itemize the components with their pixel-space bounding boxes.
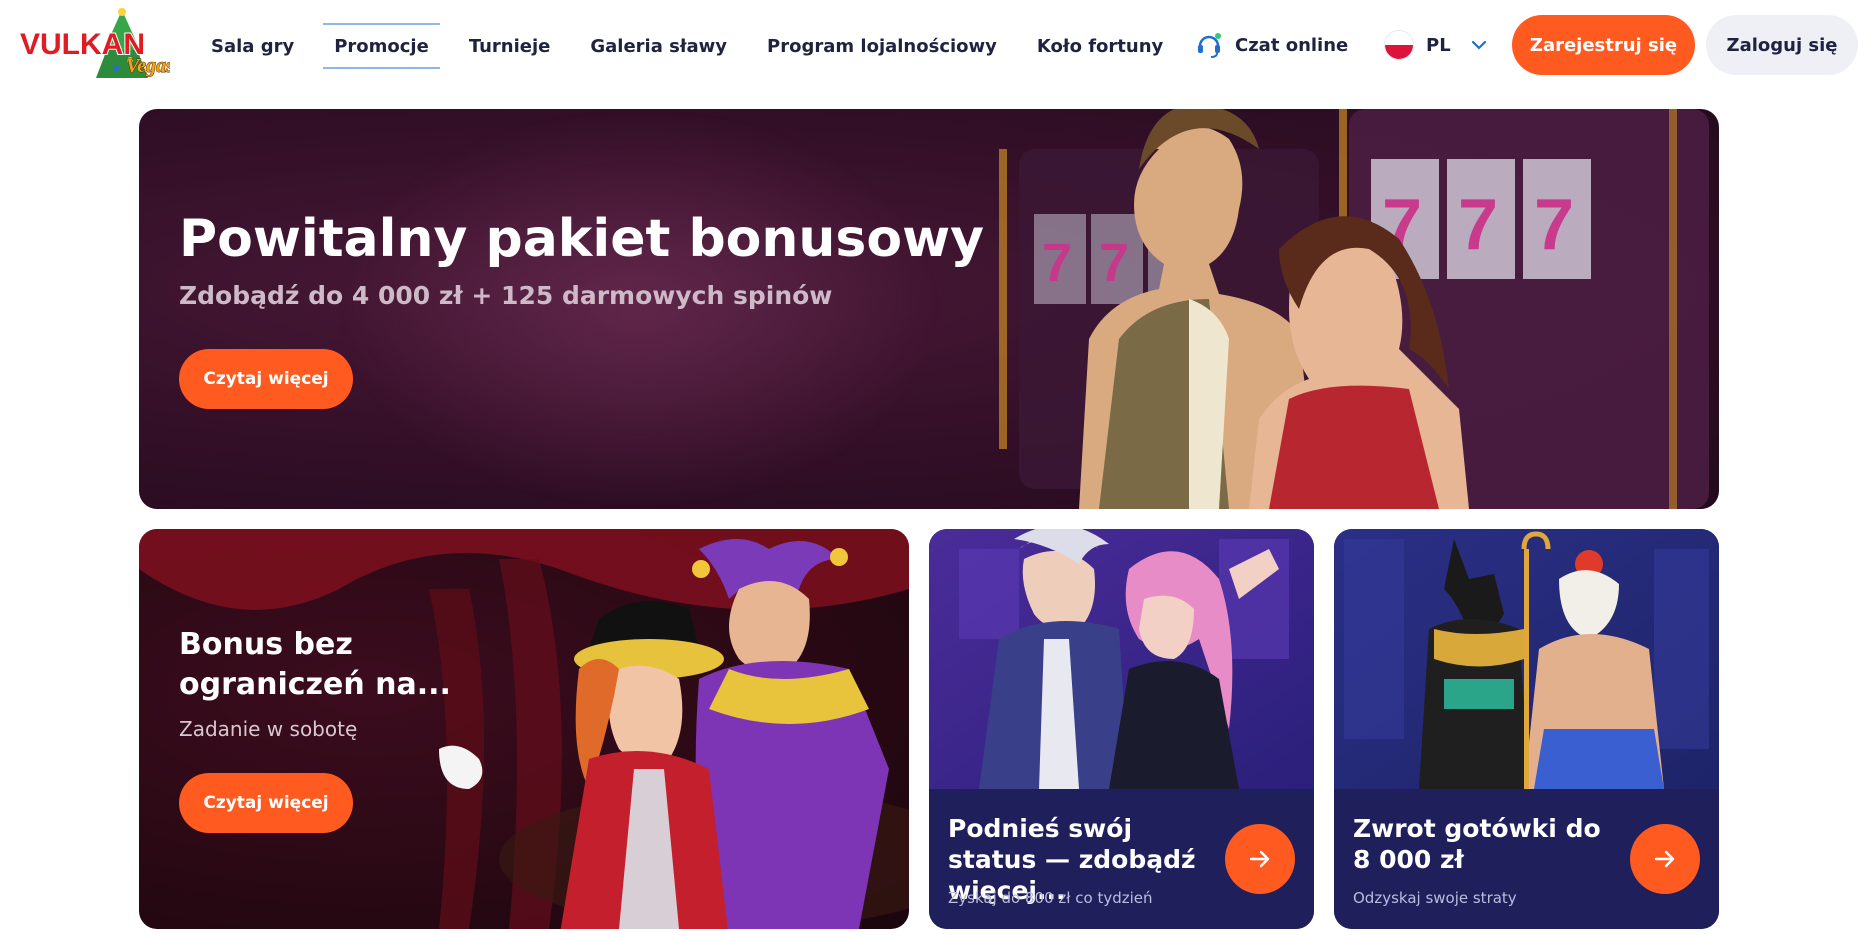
nav-item-label: Galeria sławy [590,35,728,57]
register-button[interactable]: Zarejestruj się [1512,15,1695,75]
language-selector[interactable]: PL [1384,28,1487,62]
vulkan-vegas-logo[interactable]: VULKAN Vegas [18,6,175,84]
promo-card-status[interactable]: Podnieś swój status — zdobądź więcej... … [929,529,1314,929]
promo-card-cashback[interactable]: Zwrot gotówki do 8 000 zł Odzyskaj swoje… [1334,529,1719,929]
card-read-more-button[interactable]: Czytaj więcej [179,773,353,833]
arrow-right-icon [1249,850,1270,868]
nav-item-galeria-slawy[interactable]: Galeria sławy [579,23,738,69]
nav-item-label: Koło fortuny [1036,35,1164,57]
card-subtitle: Zadanie w sobotę [179,717,358,741]
chat-label: Czat online [1235,34,1349,56]
card-title: Zwrot gotówki do 8 000 zł [1353,814,1601,874]
nav-item-label: Program lojalnościowy [767,35,997,57]
svg-text:7: 7 [1042,233,1072,293]
login-button[interactable]: Zaloguj się [1706,15,1858,75]
svg-text:Vegas: Vegas [126,55,170,77]
card-subtitle: Odzyskaj swoje straty [1353,889,1517,907]
hero-subtitle: Zdobądź do 4 000 zł + 125 darmowych spin… [179,281,833,310]
card-bottom-panel: Zwrot gotówki do 8 000 zł Odzyskaj swoje… [1334,789,1719,929]
chevron-down-icon [1471,40,1486,50]
nav-item-label: Turnieje [468,35,551,57]
language-code: PL [1426,34,1451,56]
hero-read-more-button[interactable]: Czytaj więcej [179,349,353,409]
nav-item-label: Sala gry [211,35,295,57]
site-header: VULKAN Vegas Sala gry Promocje Turnieje … [0,0,1872,92]
chat-online-link[interactable]: Czat online [1195,30,1348,60]
card-arrow-button[interactable] [1630,824,1700,894]
svg-text:7: 7 [1534,185,1574,265]
nav-item-program-lojalnosciowy[interactable]: Program lojalnościowy [756,23,1008,69]
headset-icon [1198,33,1221,58]
poland-flag-icon [1384,30,1414,60]
nav-item-sala-gry[interactable]: Sala gry [200,23,305,69]
svg-text:7: 7 [1458,185,1498,265]
egyptian-gods-illustration [1334,529,1719,789]
svg-text:7: 7 [1099,233,1129,293]
hero-banner[interactable]: 7 7 7 7 7 7 Powitalny pakiet bonusowy Zd… [139,109,1719,509]
main-nav: Sala gry Promocje Turnieje Galeria sławy… [200,22,1192,70]
card-title: Bonus bez ograniczeń na... [179,627,451,702]
card-subtitle: Zyskaj do 800 zł co tydzień [948,889,1153,907]
nav-item-kolo-fortuny[interactable]: Koło fortuny [1026,23,1174,69]
promo-card-bonus[interactable]: Bonus bez ograniczeń na... Zadanie w sob… [139,529,909,929]
nav-item-promocje[interactable]: Promocje [323,23,440,69]
nav-item-turnieje[interactable]: Turnieje [458,23,562,69]
card-bottom-panel: Podnieś swój status — zdobądź więcej... … [929,789,1314,929]
card-arrow-button[interactable] [1225,824,1295,894]
nav-item-label: Promocje [334,35,429,57]
arrow-right-icon [1654,850,1675,868]
hero-title: Powitalny pakiet bonusowy [179,209,985,269]
anime-duo-illustration [929,529,1314,789]
